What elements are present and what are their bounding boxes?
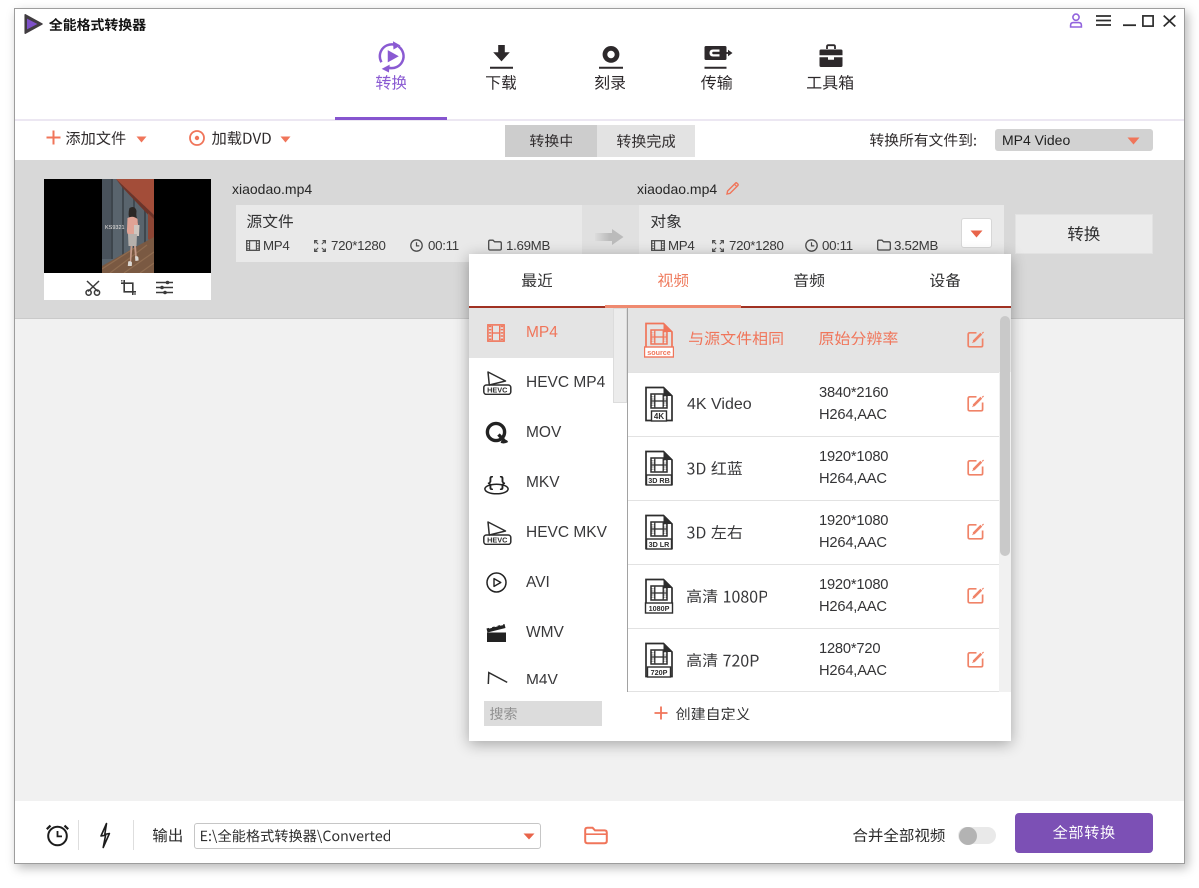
- svg-text:HEVC: HEVC: [487, 386, 508, 395]
- svg-text:4K: 4K: [654, 412, 664, 421]
- svg-text:3D RB: 3D RB: [648, 476, 670, 485]
- svg-text:HEVC: HEVC: [487, 536, 508, 545]
- svg-text:720P: 720P: [651, 668, 668, 677]
- svg-text:1080P: 1080P: [649, 604, 670, 613]
- svg-text:3D LR: 3D LR: [649, 540, 671, 549]
- svg-text:{: {: [488, 475, 494, 491]
- svg-text:KS9321: KS9321: [105, 225, 125, 231]
- svg-text:}: }: [500, 475, 506, 491]
- svg-text:source: source: [647, 348, 671, 357]
